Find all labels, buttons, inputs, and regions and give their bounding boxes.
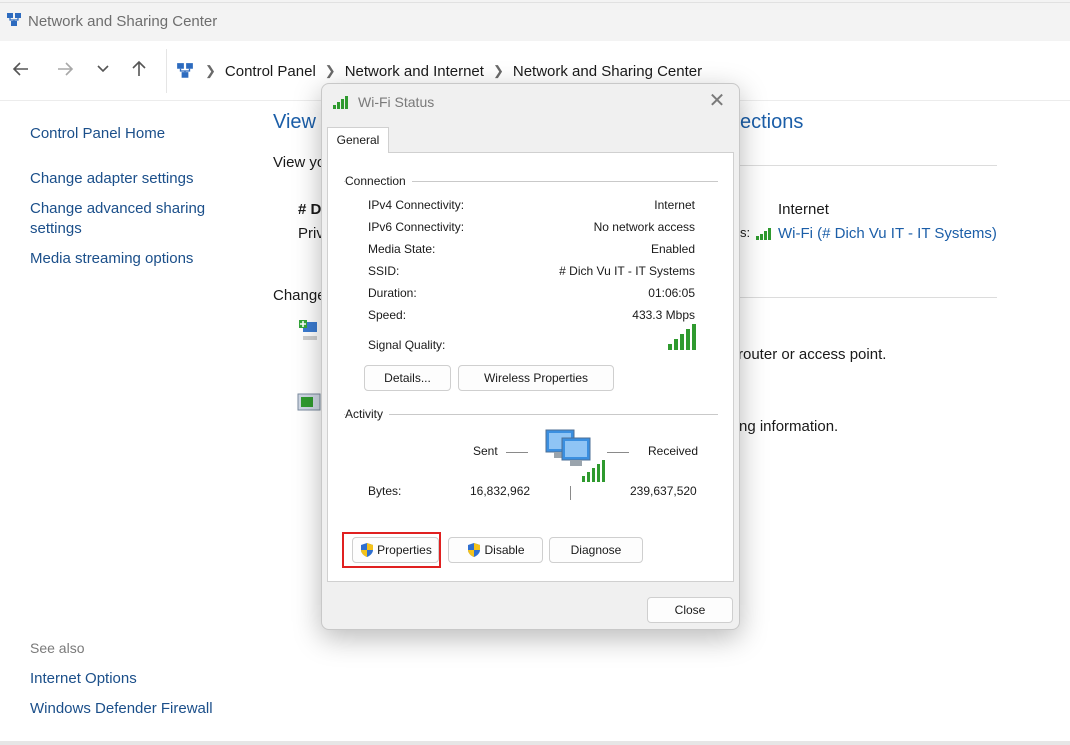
ipv6-value: No network access xyxy=(593,220,695,234)
network-name: # D xyxy=(298,201,322,218)
sent-label: Sent xyxy=(473,444,498,458)
setup-connection-icon xyxy=(299,320,317,340)
sent-line xyxy=(506,452,528,453)
sidebar-item-control-panel-home[interactable]: Control Panel Home xyxy=(30,124,165,144)
uac-shield-icon xyxy=(468,543,481,557)
page-subtitle: View yo xyxy=(273,154,326,171)
recent-locations-button[interactable] xyxy=(89,55,117,83)
title-bar: Network and Sharing Center xyxy=(0,3,1070,41)
details-button-label: Details... xyxy=(384,371,431,385)
window-bottom-edge xyxy=(0,741,1070,745)
bytes-sent-value: 16,832,962 xyxy=(470,484,531,498)
ipv4-label: IPv4 Connectivity: xyxy=(368,198,465,212)
forward-button[interactable] xyxy=(51,55,79,83)
sidebar-item-advanced-sharing-line2[interactable]: settings xyxy=(30,219,82,239)
network-center-icon xyxy=(7,13,21,26)
up-button[interactable] xyxy=(125,55,153,83)
nav-separator xyxy=(166,49,167,93)
ssid-value: # Dich Vu IT - IT Systems xyxy=(559,264,695,278)
sidebar-item-media-streaming[interactable]: Media streaming options xyxy=(30,249,193,269)
activity-group-label: Activity xyxy=(345,407,390,421)
connections-label: s: xyxy=(740,225,751,240)
wifi-signal-icon xyxy=(333,96,348,109)
signal-quality-icon xyxy=(668,324,696,350)
chevron-down-icon xyxy=(97,65,109,73)
close-icon[interactable]: ✕ xyxy=(707,90,727,112)
troubleshoot-description: ng information. xyxy=(739,418,839,435)
see-also-label: See also xyxy=(30,640,85,656)
bytes-received-value: 239,637,520 xyxy=(630,484,697,498)
setup-description: router or access point. xyxy=(738,346,887,363)
access-type-value: Internet xyxy=(778,201,829,218)
network-center-icon xyxy=(177,63,193,78)
connection-group-label: Connection xyxy=(345,174,412,188)
troubleshoot-icon xyxy=(297,393,321,411)
ipv6-label: IPv6 Connectivity: xyxy=(368,220,465,234)
signal-bar xyxy=(692,324,696,350)
signal-quality-label: Signal Quality: xyxy=(368,338,446,352)
sidebar-item-internet-options[interactable]: Internet Options xyxy=(30,669,137,689)
general-tab-panel: Connection IPv4 Connectivity: Internet I… xyxy=(327,152,734,582)
activity-group-rule xyxy=(344,414,718,415)
duration-value: 01:06:05 xyxy=(648,286,695,300)
arrow-left-icon xyxy=(12,62,28,76)
window-title: Network and Sharing Center xyxy=(28,13,218,30)
diagnose-button[interactable]: Diagnose xyxy=(549,537,643,563)
network-type: Priv xyxy=(298,225,324,242)
ipv4-value: Internet xyxy=(654,198,695,212)
sidebar-item-change-adapter[interactable]: Change adapter settings xyxy=(30,169,193,189)
speed-value: 433.3 Mbps xyxy=(632,308,695,322)
breadcrumb: ❯ Control Panel ❯ Network and Internet ❯… xyxy=(176,59,702,83)
disable-button-label: Disable xyxy=(484,543,525,557)
back-button[interactable] xyxy=(7,55,35,83)
breadcrumb-network-sharing[interactable]: Network and Sharing Center xyxy=(513,63,702,80)
chevron-right-icon: ❯ xyxy=(324,63,336,78)
divider xyxy=(740,165,997,166)
wireless-properties-button[interactable]: Wireless Properties xyxy=(458,365,614,391)
divider xyxy=(740,297,997,298)
speed-label: Speed: xyxy=(368,308,407,322)
media-state-label: Media State: xyxy=(368,242,436,256)
wifi-connection-link[interactable]: Wi-Fi (# Dich Vu IT - IT Systems) xyxy=(778,225,997,242)
arrow-up-icon xyxy=(132,60,146,76)
signal-bar xyxy=(686,329,690,350)
breadcrumb-control-panel[interactable]: Control Panel xyxy=(225,63,316,80)
bytes-label: Bytes: xyxy=(368,484,402,498)
network-computers-icon xyxy=(545,429,605,482)
wifi-signal-icon xyxy=(756,228,771,240)
chevron-right-icon: ❯ xyxy=(492,63,504,78)
dialog-title: Wi-Fi Status xyxy=(358,94,435,110)
page-heading-right: ections xyxy=(740,111,804,133)
media-state-value: Enabled xyxy=(650,242,695,256)
details-button[interactable]: Details... xyxy=(364,365,451,391)
diagnose-button-label: Diagnose xyxy=(570,543,622,557)
close-button-label: Close xyxy=(674,603,706,617)
disable-button[interactable]: Disable xyxy=(448,537,543,563)
received-label: Received xyxy=(648,444,699,458)
signal-bar xyxy=(680,334,684,350)
received-line xyxy=(607,452,629,453)
properties-highlight-box xyxy=(342,532,441,568)
signal-bar xyxy=(674,339,678,350)
breadcrumb-network-internet[interactable]: Network and Internet xyxy=(345,63,484,80)
chevron-right-icon: ❯ xyxy=(205,63,216,78)
change-settings-label: Change xyxy=(273,287,326,304)
close-button[interactable]: Close xyxy=(647,597,733,623)
ssid-label: SSID: xyxy=(368,264,400,278)
tab-general[interactable]: General xyxy=(327,127,389,153)
wireless-properties-label: Wireless Properties xyxy=(483,371,589,385)
sidebar-item-defender-firewall[interactable]: Windows Defender Firewall xyxy=(30,699,213,719)
bytes-divider xyxy=(570,486,571,500)
signal-bar xyxy=(668,344,672,350)
arrow-right-icon xyxy=(58,62,74,76)
duration-label: Duration: xyxy=(368,286,417,300)
sidebar-item-advanced-sharing[interactable]: Change advanced sharing xyxy=(30,199,205,219)
